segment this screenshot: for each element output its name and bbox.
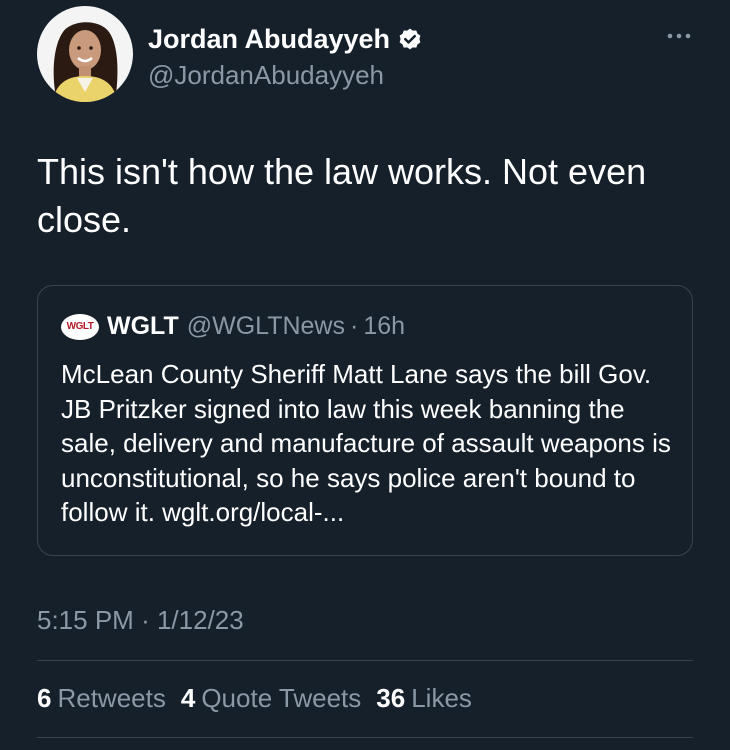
divider [37, 660, 693, 661]
quote-tweets-stat[interactable]: 4 Quote Tweets [181, 683, 361, 714]
quote-tweets-label: Quote Tweets [201, 683, 362, 713]
retweets-stat[interactable]: 6 Retweets [37, 683, 166, 714]
tweet-detail: Jordan Abudayyeh @JordanAbudayyeh This i… [0, 0, 730, 750]
quoted-tweet[interactable]: WGLT WGLT @WGLTNews · 16h McLean County … [37, 285, 693, 556]
author-name[interactable]: Jordan Abudayyeh [148, 24, 423, 55]
quoted-author-name[interactable]: WGLT [107, 312, 179, 341]
quoted-time[interactable]: 16h [363, 312, 405, 341]
quoted-author-handle[interactable]: @WGLTNews [187, 312, 345, 341]
more-options-button[interactable] [663, 24, 695, 48]
quoted-tweet-header: WGLT WGLT @WGLTNews · 16h [61, 312, 405, 341]
quote-tweets-count: 4 [180, 683, 196, 713]
engagement-stats: 6 Retweets 4 Quote Tweets 36 Likes [37, 683, 487, 714]
divider [37, 737, 693, 738]
timestamp-time[interactable]: 5:15 PM [37, 605, 134, 635]
avatar[interactable] [37, 6, 133, 102]
tweet-timestamp[interactable]: 5:15 PM · 1/12/23 [37, 605, 244, 636]
quoted-separator: · [350, 312, 359, 340]
likes-stat[interactable]: 36 Likes [376, 683, 472, 714]
more-horizontal-icon [667, 33, 691, 39]
verified-badge-icon [397, 27, 423, 53]
wglt-logo-icon: WGLT [61, 313, 99, 340]
likes-label: Likes [411, 683, 472, 713]
tweet-text: This isn't how the law works. Not even c… [37, 151, 647, 240]
timestamp-separator: · [141, 605, 150, 635]
retweets-label: Retweets [57, 683, 166, 713]
likes-count: 36 [376, 683, 406, 713]
quoted-tweet-text: McLean County Sheriff Matt Lane says the… [61, 359, 671, 527]
retweets-count: 6 [37, 683, 52, 713]
author-name-text[interactable]: Jordan Abudayyeh [148, 24, 390, 55]
author-handle[interactable]: @JordanAbudayyeh [148, 60, 384, 91]
timestamp-date[interactable]: 1/12/23 [157, 605, 244, 635]
